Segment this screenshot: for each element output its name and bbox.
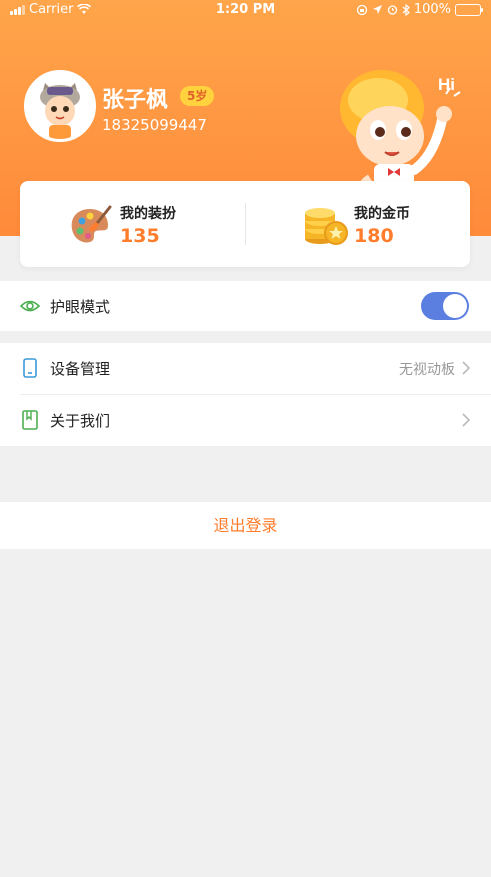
settings-group: 设备管理 无视动板 关于我们 — [0, 343, 491, 446]
battery-percent: 100% — [413, 2, 451, 17]
device-management-label: 设备管理 — [50, 360, 111, 378]
my-outfit-value: 135 — [120, 225, 160, 247]
my-outfit-stat[interactable]: 我的装扮 135 — [68, 181, 228, 267]
eye-protection-row: 护眼模式 — [0, 281, 491, 331]
toggle-knob — [443, 294, 467, 318]
age-badge: 5岁 — [180, 86, 215, 106]
about-us-label: 关于我们 — [50, 412, 111, 430]
bluetooth-icon — [402, 3, 410, 16]
about-us-item[interactable]: 关于我们 — [0, 395, 491, 446]
mascot-greeting: Hi — [438, 75, 455, 94]
mascot-illustration: Hi — [330, 60, 470, 193]
avatar[interactable] — [24, 70, 96, 142]
chevron-right-icon — [462, 413, 471, 427]
chevron-right-icon — [462, 361, 471, 375]
status-bar: Carrier 1:20 PM 100% — [0, 0, 491, 20]
logout-button[interactable]: 退出登录 — [0, 502, 491, 549]
phone-number: 18325099447 — [102, 116, 207, 134]
orientation-lock-icon — [356, 4, 367, 15]
battery-icon — [455, 3, 483, 16]
eye-protection-label: 护眼模式 — [50, 298, 111, 316]
alarm-icon — [387, 5, 397, 15]
coins-icon — [302, 203, 348, 247]
palette-icon — [68, 203, 114, 247]
device-management-value: 无视动板 — [399, 362, 455, 378]
eye-icon — [20, 300, 40, 312]
my-coins-stat[interactable]: 我的金币 180 — [302, 181, 462, 267]
my-outfit-label: 我的装扮 — [120, 206, 176, 222]
avatar-character-image — [27, 73, 93, 139]
stats-card: 我的装扮 135 我的金币 180 — [20, 181, 470, 267]
user-name: 张子枫 — [102, 88, 169, 113]
my-coins-label: 我的金币 — [354, 206, 410, 222]
location-icon — [372, 5, 382, 14]
phone-device-icon — [23, 358, 37, 378]
device-management-item[interactable]: 设备管理 无视动板 — [0, 343, 491, 395]
stats-divider — [245, 203, 246, 245]
eye-protection-toggle[interactable] — [421, 292, 469, 320]
info-book-icon — [22, 410, 38, 430]
my-coins-value: 180 — [354, 225, 394, 247]
